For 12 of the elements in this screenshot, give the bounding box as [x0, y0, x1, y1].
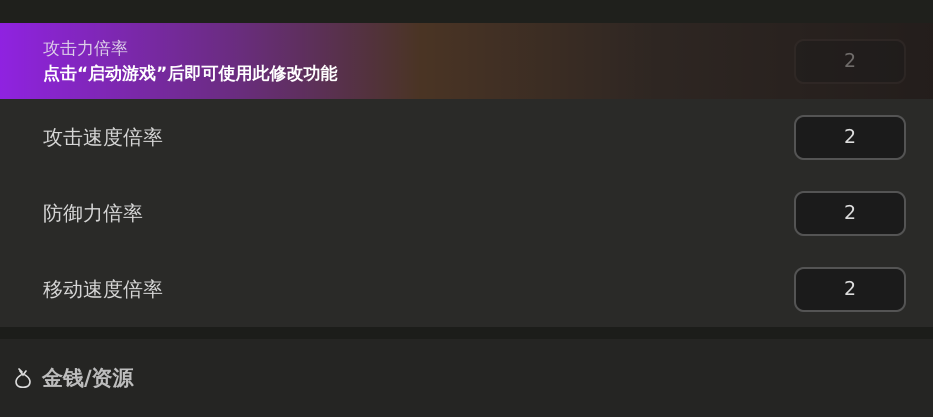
number-field[interactable]: 2	[794, 266, 906, 312]
setting-label: 攻击力倍率	[43, 38, 129, 60]
number-field[interactable]: 2	[794, 190, 906, 236]
section-header[interactable]: 金钱/资源	[0, 339, 933, 417]
number-field: 2	[794, 38, 906, 84]
number-field[interactable]: 2	[794, 114, 906, 160]
setting-label: 防御力倍率	[43, 200, 143, 226]
money-bag-icon	[14, 367, 32, 389]
setting-label: 攻击速度倍率	[43, 124, 163, 150]
setting-label: 移动速度倍率	[43, 276, 163, 302]
section-title: 金钱/资源	[42, 365, 134, 392]
notice-text: 点击“启动游戏”后即可使用此修改功能	[43, 63, 338, 85]
